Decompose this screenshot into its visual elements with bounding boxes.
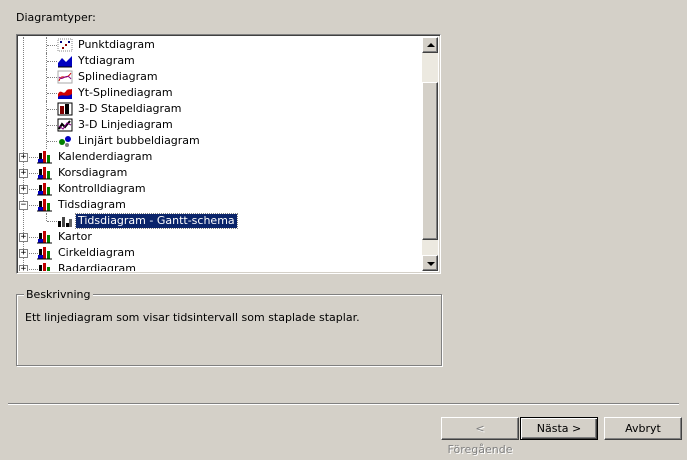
tree-item[interactable]: 3-D Linjediagram <box>19 117 422 133</box>
tree-item-label: Kalenderdiagram <box>58 150 153 163</box>
line-3d-chart-icon <box>57 118 73 132</box>
folder-chart-icon <box>37 150 53 164</box>
tree-item[interactable]: − Tidsdiagram <box>19 197 422 213</box>
tree-item-label: Tidsdiagram <box>58 198 126 211</box>
back-button[interactable]: < Föregående <box>441 417 519 456</box>
chart-types-label: Diagramtyper: <box>16 11 96 24</box>
scroll-thumb[interactable] <box>422 82 438 240</box>
next-button[interactable]: Nästa > <box>520 417 598 440</box>
tree-item-label: 3-D Stapeldiagram <box>78 102 182 115</box>
folder-chart-icon <box>37 246 53 260</box>
tree-scrollbar[interactable] <box>422 37 438 271</box>
folder-chart-icon <box>37 182 53 196</box>
tree-item[interactable]: + Kalenderdiagram <box>19 149 422 165</box>
tree-item[interactable]: + Kartor <box>19 229 422 245</box>
tree-item[interactable]: 3-D Stapeldiagram <box>19 101 422 117</box>
collapse-icon[interactable]: − <box>19 201 28 210</box>
expand-icon[interactable]: + <box>19 153 28 162</box>
tree-item[interactable]: Ytdiagram <box>19 53 422 69</box>
tree-item-label: Korsdiagram <box>58 166 128 179</box>
tree-item-label: Kontrolldiagram <box>58 182 146 195</box>
arrow-down-icon <box>427 262 435 266</box>
description-text: Ett linjediagram som visar tidsintervall… <box>25 311 360 324</box>
tree-item-label: Ytdiagram <box>78 54 135 67</box>
cancel-button[interactable]: Avbryt <box>604 417 682 440</box>
expand-icon[interactable]: + <box>19 233 28 242</box>
tree-item[interactable]: + Korsdiagram <box>19 165 422 181</box>
expand-icon[interactable]: + <box>19 249 28 258</box>
bar-3d-chart-icon <box>57 102 73 116</box>
tree-item-label: Punktdiagram <box>78 38 155 51</box>
tree-item[interactable]: + Kontrolldiagram <box>19 181 422 197</box>
scroll-down-button[interactable] <box>422 255 438 271</box>
folder-chart-icon <box>37 166 53 180</box>
bubble-chart-icon <box>57 134 73 148</box>
tree-connector <box>47 221 57 222</box>
tree-connector <box>47 61 57 62</box>
tree-rows: Punktdiagram Ytdiagram Splinediagram Yt-Spl… <box>19 37 422 271</box>
tree-item[interactable]: Punktdiagram <box>19 37 422 53</box>
tree-item[interactable]: Linjärt bubbeldiagram <box>19 133 422 149</box>
button-separator <box>8 403 679 405</box>
tree-item-label: 3-D Linjediagram <box>78 118 173 131</box>
scatter-chart-icon <box>57 38 73 52</box>
tree-item[interactable]: + Radardiagram <box>19 261 422 271</box>
tree-item-label: Linjärt bubbeldiagram <box>78 134 200 147</box>
arrow-up-icon <box>427 43 435 47</box>
tree-connector <box>47 93 57 94</box>
tree-item[interactable]: + Cirkeldiagram <box>19 245 422 261</box>
folder-chart-icon <box>37 198 53 212</box>
gantt-chart-icon <box>57 214 73 228</box>
spline-chart-icon <box>57 70 73 84</box>
area-chart-icon <box>57 54 73 68</box>
tree-item-label: Kartor <box>58 230 92 243</box>
tree-item[interactable]: Tidsdiagram - Gantt-schema <box>19 213 422 229</box>
tree-connector <box>47 141 57 142</box>
tree-item[interactable]: Splinediagram <box>19 69 422 85</box>
description-legend: Beskrivning <box>24 288 93 301</box>
tree-item[interactable]: Yt-Splinediagram <box>19 85 422 101</box>
expand-icon[interactable]: + <box>19 265 28 271</box>
tree-connector <box>47 77 57 78</box>
tree-connector <box>47 109 57 110</box>
scroll-up-button[interactable] <box>422 37 438 53</box>
tree-item-label: Radardiagram <box>58 262 136 271</box>
area-spline-chart-icon <box>57 86 73 100</box>
tree-item-label: Yt-Splinediagram <box>78 86 173 99</box>
tree-connector <box>47 125 57 126</box>
tree-item-label: Cirkeldiagram <box>58 246 135 259</box>
description-group <box>16 294 442 366</box>
expand-icon[interactable]: + <box>19 169 28 178</box>
folder-chart-icon <box>37 262 53 271</box>
expand-icon[interactable]: + <box>19 185 28 194</box>
tree-item-label: Splinediagram <box>78 70 158 83</box>
tree-connector <box>46 213 47 221</box>
tree-connector <box>47 45 57 46</box>
tree-item-label: Tidsdiagram - Gantt-schema <box>75 213 238 229</box>
folder-chart-icon <box>37 230 53 244</box>
chart-type-tree[interactable]: Punktdiagram Ytdiagram Splinediagram Yt-Spl… <box>16 34 441 274</box>
